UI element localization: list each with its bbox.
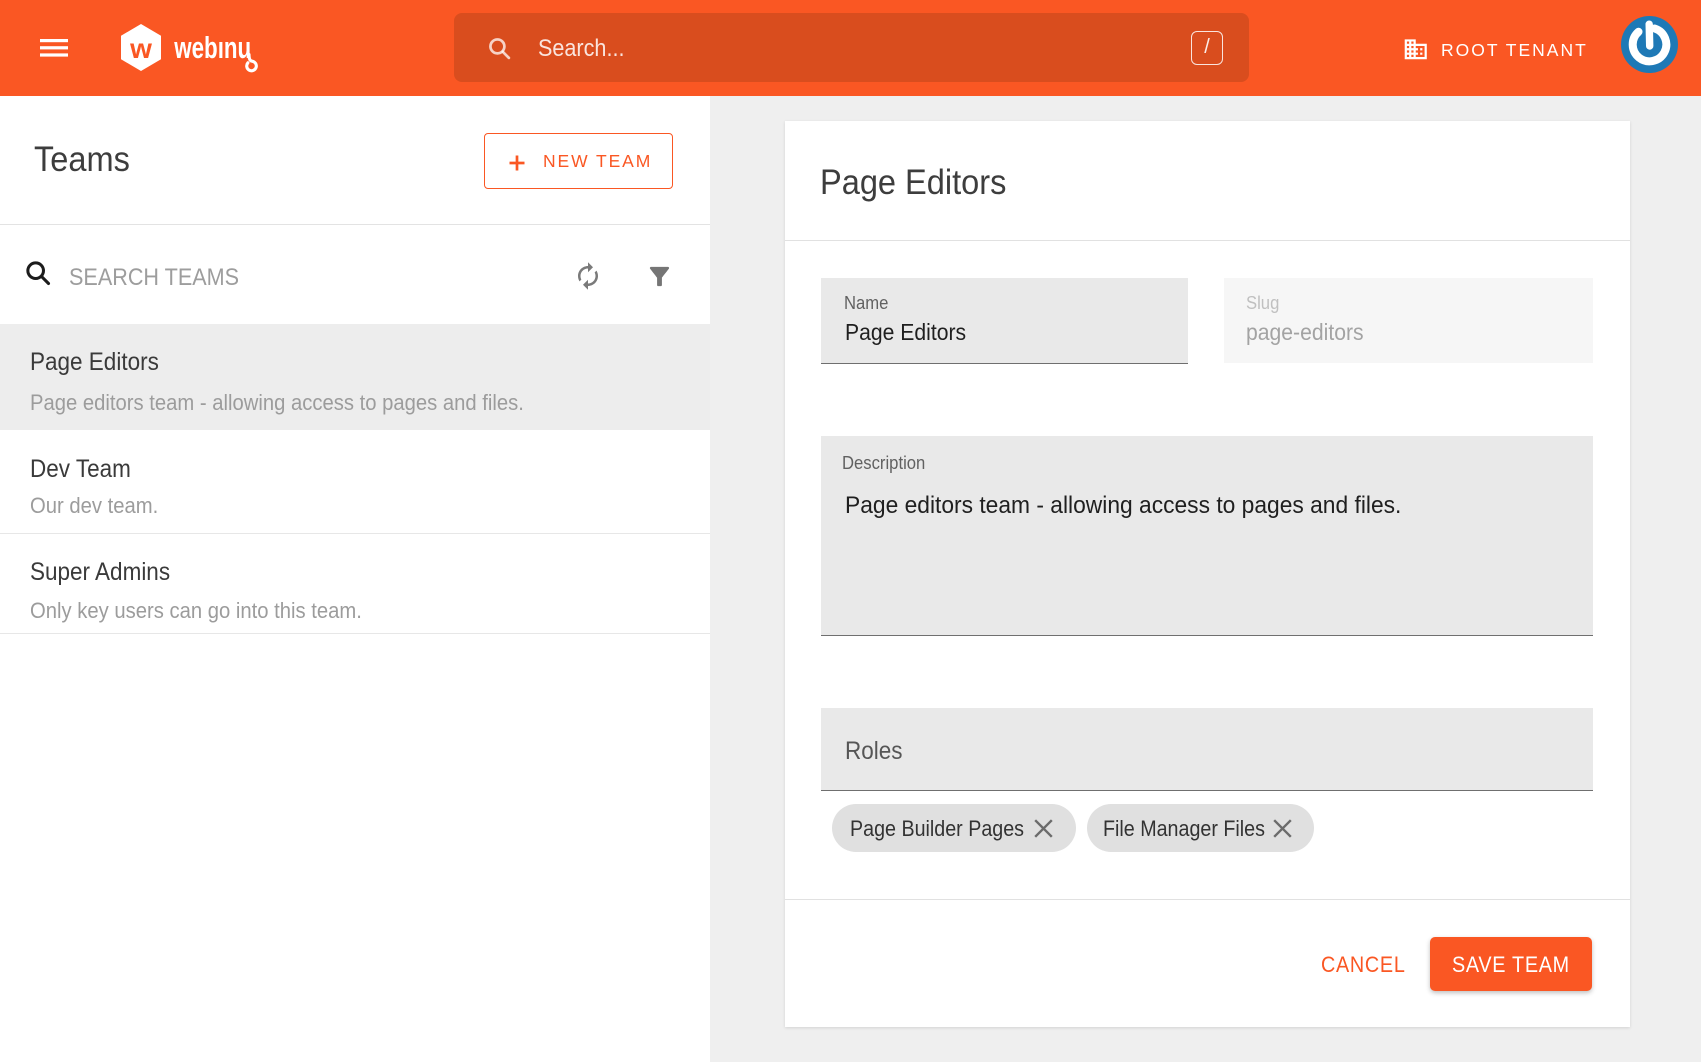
svg-text:w: w	[129, 33, 152, 64]
svg-text:webınu: webınu	[173, 30, 251, 64]
